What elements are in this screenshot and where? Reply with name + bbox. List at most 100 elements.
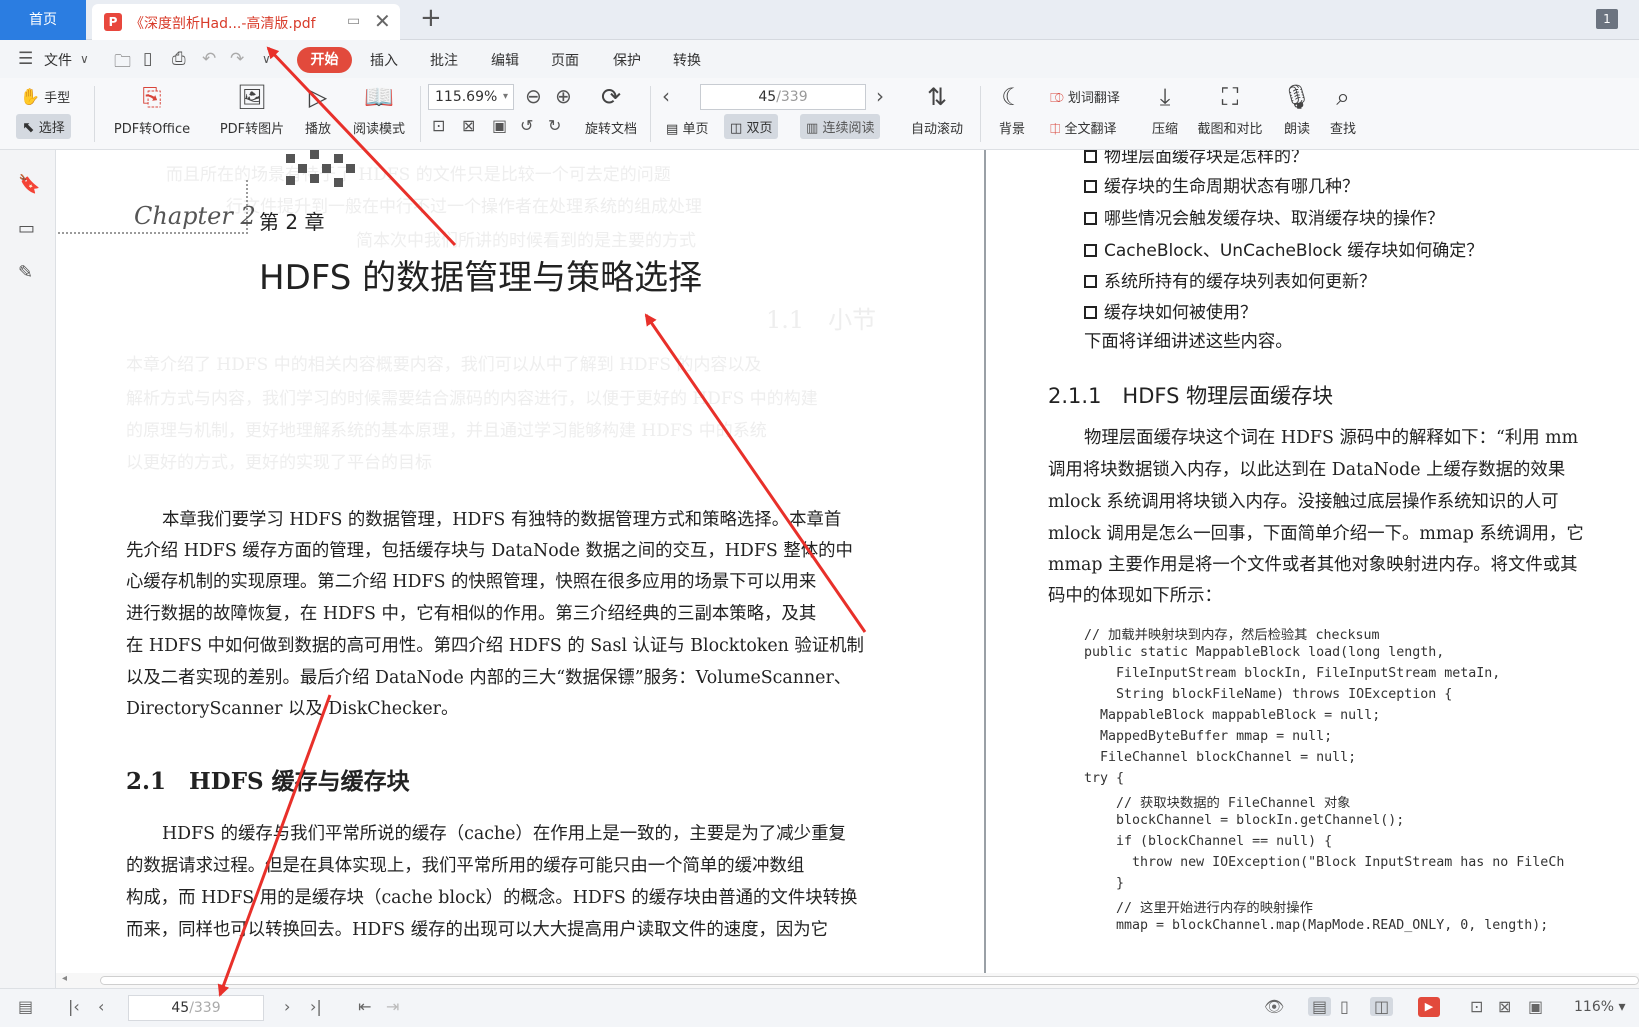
chevron-down-icon[interactable]: ∨ — [262, 52, 271, 66]
tab-bar: 首页 P 《深度剖析Had...-高清版.pdf ▭ ✕ + 1 — [0, 0, 1639, 40]
window-count-badge[interactable]: 1 — [1596, 9, 1618, 29]
new-tab-icon[interactable]: + — [420, 3, 442, 33]
fit-width-icon[interactable]: ▣ — [492, 116, 507, 135]
screenshot-compare-label: 截图和对比 — [1197, 122, 1263, 137]
document-viewport[interactable]: 而且所在的场景有待于了 HDFS 的文件只是比较一个可去定的问题 行文件提升到一… — [56, 150, 1639, 973]
play-label: 播放 — [304, 122, 331, 137]
word-translate-button[interactable]: ⎄ 划词翻译 — [1050, 87, 1120, 106]
menu-page[interactable]: 页面 — [551, 50, 579, 70]
select-tool-button[interactable]: ⬉ 选择 — [16, 114, 71, 139]
ghost-text: 1.1 小节 — [766, 306, 877, 334]
signature-icon[interactable]: ✎ — [18, 262, 33, 283]
intro-line: 在 HDFS 中如何做到数据的高可用性。第四介绍 HDFS 的 Sasl 认证与… — [126, 636, 864, 656]
section-line: 的数据请求过程。但是在具体实现上，我们平常所用的缓存可能只由一个简单的缓冲数组 — [126, 856, 805, 876]
page-number-input[interactable]: 45/339 — [700, 84, 866, 110]
status-page-input[interactable]: 45/339 — [128, 995, 264, 1021]
actual-size-icon[interactable]: ⊡ — [432, 116, 445, 135]
code-line: MappedByteBuffer mmap = null; — [1084, 729, 1333, 744]
double-view-icon[interactable]: ◫ — [1370, 997, 1394, 1016]
read-mode-button[interactable]: 📖 阅读模式 — [346, 82, 412, 137]
tab-home[interactable]: 首页 — [0, 0, 86, 40]
pdf-to-image-button[interactable]: 🖼 PDF转图片 — [212, 82, 292, 137]
compress-button[interactable]: ⤓ 压缩 — [1148, 82, 1182, 137]
prev-page-icon[interactable]: ‹ — [662, 84, 670, 108]
redo-icon[interactable]: ↷ — [230, 49, 244, 69]
full-translate-button[interactable]: ⎅ 全文翻译 — [1050, 118, 1117, 137]
single-page-label: 单页 — [682, 122, 709, 137]
menu-file[interactable]: 文件 — [44, 50, 72, 70]
hand-tool-button[interactable]: ✋ 手型 — [20, 87, 70, 106]
body-line: 调用将块数据锁入内存，以此达到在 DataNode 上缓存数据的效果 — [1048, 460, 1566, 480]
menu-icon[interactable]: ☰ — [18, 49, 33, 69]
rotate-document-label: 旋转文档 — [584, 122, 637, 137]
menu-protect[interactable]: 保护 — [613, 50, 641, 70]
question-item: 物理层面缓存块是怎样的？ — [1084, 150, 1308, 167]
read-aloud-button[interactable]: 🎙 朗读 — [1280, 82, 1314, 137]
checkbox-icon — [1084, 150, 1097, 163]
first-page-icon[interactable]: |‹ — [68, 997, 80, 1016]
zoom-out-icon[interactable]: ⊖ — [525, 84, 542, 108]
next-page-icon[interactable]: › — [284, 997, 290, 1016]
chapter-number: 第 2 章 — [259, 210, 325, 234]
menu-insert[interactable]: 插入 — [370, 50, 398, 70]
zoom-select[interactable]: 115.69% ▾ — [428, 84, 514, 110]
page-view-icon[interactable]: ▯ — [1340, 997, 1349, 1016]
body-line: mlock 系统调用将块锁入内存。没接触过底层操作系统知识的人可 — [1048, 492, 1559, 512]
save-icon[interactable]: ▯ — [143, 49, 152, 69]
folder-icon[interactable]: 🗀 — [114, 49, 131, 78]
zoom-in-icon[interactable]: ⊕ — [555, 84, 572, 108]
hand-tool-label: 手型 — [44, 91, 71, 106]
thumbnail-icon[interactable]: ▭ — [18, 218, 35, 239]
menu-edit[interactable]: 编辑 — [491, 50, 519, 70]
ghost-text: 的原理与机制，更好地理解系统的基本原理，并且通过学习能够构建 HDFS 中的系统 — [126, 421, 767, 441]
separator — [420, 86, 421, 142]
close-icon[interactable]: ✕ — [374, 9, 391, 33]
menu-start[interactable]: 开始 — [297, 47, 352, 73]
select-tool-label: 选择 — [38, 121, 65, 136]
fit-width-icon[interactable]: ▣ — [1528, 997, 1543, 1016]
prev-page-icon[interactable]: ‹ — [98, 997, 104, 1016]
find-button[interactable]: ⌕ 查找 — [1326, 82, 1360, 137]
print-icon[interactable]: ⎙ — [172, 49, 186, 69]
status-zoom[interactable]: 116% ▾ — [1574, 999, 1626, 1015]
play-icon: ▷ — [308, 83, 328, 111]
fit-page-icon[interactable]: ⊠ — [1498, 997, 1511, 1016]
actual-size-icon[interactable]: ⊡ — [1470, 997, 1483, 1016]
undo-icon[interactable]: ↶ — [202, 49, 216, 69]
single-view-icon[interactable]: ▤ — [1308, 997, 1332, 1016]
background-button[interactable]: ☾ 背景 — [990, 82, 1034, 137]
fit-page-icon[interactable]: ⊠ — [462, 116, 475, 135]
screenshot-compare-button[interactable]: ⛶ 截图和对比 — [1192, 82, 1268, 137]
rotate-left-icon[interactable]: ↺ — [520, 116, 533, 135]
bookmark-icon[interactable]: 🔖 — [18, 174, 40, 195]
menu-convert[interactable]: 转换 — [673, 50, 701, 70]
forward-icon[interactable]: ⇥ — [386, 997, 399, 1016]
auto-scroll-button[interactable]: ⇅ 自动滚动 — [902, 82, 972, 137]
eye-icon[interactable]: 👁 — [1264, 997, 1284, 1016]
menu-annotate[interactable]: 批注 — [430, 50, 458, 70]
sidebar-toggle-icon[interactable]: ▤ — [18, 997, 33, 1016]
body-line: 物理层面缓存块这个词在 HDFS 源码中的解释如下：“利用 mm — [1084, 428, 1579, 448]
single-page-button[interactable]: ▤ 单页 — [666, 118, 708, 137]
play-icon[interactable]: ▶ — [1418, 997, 1440, 1017]
next-page-icon[interactable]: › — [876, 84, 884, 108]
rotate-right-icon[interactable]: ↻ — [548, 116, 561, 135]
chevron-down-icon[interactable]: ∨ — [80, 52, 89, 66]
back-icon[interactable]: ⇤ — [358, 997, 371, 1016]
scrollbar-thumb[interactable] — [100, 976, 1639, 985]
right-page: 物理层面缓存块是怎样的？ 缓存块的生命周期状态有哪几种？ 哪些情况会触发缓存块、… — [984, 150, 1639, 973]
tab-document[interactable]: P 《深度剖析Had...-高清版.pdf ▭ ✕ — [92, 4, 400, 40]
pdf-to-office-button[interactable]: ⎘ PDF转Office — [104, 82, 200, 137]
intro-line: 本章我们要学习 HDFS 的数据管理，HDFS 有独特的数据管理方式和策略选择。… — [162, 510, 842, 530]
monitor-icon[interactable]: ▭ — [347, 13, 360, 29]
last-page-icon[interactable]: ›| — [310, 997, 322, 1016]
play-button[interactable]: ▷ 播放 — [298, 82, 338, 137]
rotate-document-button[interactable]: ⟳ 旋转文档 — [578, 82, 644, 137]
double-page-button[interactable]: ◫ 双页 — [724, 114, 779, 139]
status-bar: ▤ |‹ ‹ 45/339 › ›| ⇤ ⇥ 👁 ▤ ▯ ◫ ▶ ⊡ ⊠ ▣ 1… — [0, 988, 1639, 1027]
horizontal-scrollbar[interactable]: ◂ — [56, 973, 1639, 988]
scroll-left-icon[interactable]: ◂ — [62, 973, 67, 984]
cursor-icon: ⬉ — [22, 118, 35, 136]
continuous-read-button[interactable]: ▥ 连续阅读 — [800, 114, 881, 139]
toolbar: ✋ 手型 ⬉ 选择 ⎘ PDF转Office 🖼 PDF转图片 ▷ 播放 📖 阅… — [0, 78, 1639, 150]
